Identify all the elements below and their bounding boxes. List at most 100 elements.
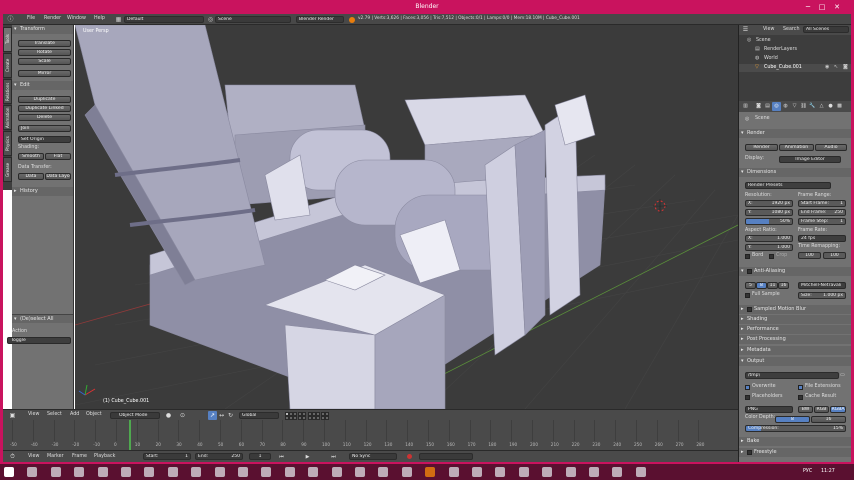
viewport-menu-select[interactable]: Select: [47, 412, 62, 418]
aa-size-field[interactable]: Size: 1.000 px: [798, 292, 846, 299]
viewport-menu-add[interactable]: Add: [70, 412, 79, 418]
clock[interactable]: 11:27: [821, 469, 835, 475]
jump-end-icon[interactable]: ⏭: [329, 453, 338, 462]
aa-samples-8[interactable]: 8: [756, 282, 767, 289]
viewport-menu-view[interactable]: View: [28, 412, 39, 418]
pivot-icon[interactable]: ⊙: [178, 411, 187, 420]
taskbar-photos-icon[interactable]: [214, 467, 225, 477]
material-tab-icon[interactable]: ●: [826, 102, 835, 111]
visibility-eye-icon[interactable]: ◉: [825, 64, 829, 70]
taskbar-notes-icon[interactable]: [308, 467, 319, 477]
taskbar-viewer-icon[interactable]: [495, 467, 506, 477]
join-button[interactable]: Join: [18, 125, 71, 132]
smooth-button[interactable]: Smooth: [18, 153, 44, 160]
keying-set-field[interactable]: [419, 453, 473, 460]
taskbar-maps-icon[interactable]: [401, 467, 412, 477]
record-icon[interactable]: [407, 454, 412, 459]
viewport-menu-object[interactable]: Object: [86, 412, 102, 418]
orientation-select[interactable]: Global: [239, 412, 279, 419]
aa-samples-16[interactable]: 16: [778, 282, 789, 289]
render-camera-icon[interactable]: ◙: [843, 64, 848, 70]
outliner-row-cube[interactable]: ▽ Cube_Cube.001 ◉ ↖ ◙: [739, 64, 852, 72]
taskbar-video-icon[interactable]: [261, 467, 272, 477]
jump-start-icon[interactable]: ⏮: [277, 453, 286, 462]
layers-tab-icon[interactable]: ▤: [763, 102, 772, 111]
anti-aliasing-checkbox[interactable]: [747, 269, 752, 274]
input-language[interactable]: РУС: [803, 469, 812, 475]
side-tab-create[interactable]: Create: [3, 53, 12, 78]
sync-select[interactable]: No Sync: [349, 453, 397, 460]
post-processing-panel-header[interactable]: ▸ Post Processing: [739, 335, 851, 344]
manipulator-icon[interactable]: ↗: [208, 411, 217, 420]
placeholders-checkbox[interactable]: [745, 395, 750, 400]
scene-field[interactable]: Scene: [215, 16, 291, 23]
color-mode-rgb[interactable]: RGB: [814, 406, 829, 413]
outliner-editor-icon[interactable]: ☰: [741, 25, 750, 34]
color-depth-16[interactable]: 16: [811, 416, 846, 423]
side-tab-relations[interactable]: Relations: [3, 79, 12, 104]
menu-help[interactable]: Help: [94, 16, 105, 22]
rotate-button[interactable]: Rotate: [18, 49, 71, 56]
side-tab-animation[interactable]: Animation: [3, 105, 12, 130]
aspect-x-field[interactable]: X: 1.000: [745, 235, 793, 242]
taskbar-calc-icon[interactable]: [284, 467, 295, 477]
select-arrow-icon[interactable]: ↖: [834, 64, 838, 70]
render-button[interactable]: Render: [745, 144, 778, 151]
remap-old-field[interactable]: 100: [798, 252, 821, 259]
taskbar-tools-icon[interactable]: [542, 467, 553, 477]
menu-render[interactable]: Render: [44, 16, 61, 22]
set-origin-select[interactable]: Set Origin: [18, 136, 71, 143]
taskbar-blender-icon[interactable]: [425, 467, 436, 477]
flat-button[interactable]: Flat: [45, 153, 71, 160]
freestyle-checkbox[interactable]: [747, 450, 752, 455]
panel-transform-header[interactable]: ▾ Transform: [12, 25, 73, 34]
shading-panel-header[interactable]: ▸ Shading: [739, 315, 851, 324]
aa-samples-5[interactable]: 5: [745, 282, 756, 289]
operator-panel-header[interactable]: ▾ (De)select All: [12, 314, 73, 323]
taskbar-network-icon[interactable]: [612, 467, 623, 477]
taskbar-monitor-icon[interactable]: [589, 467, 599, 477]
object-tab-icon[interactable]: ▽: [790, 102, 799, 111]
data-button[interactable]: Data: [18, 173, 44, 180]
layout-icon[interactable]: ▦: [114, 15, 123, 24]
outliner-menu-search[interactable]: Search: [783, 27, 799, 33]
3d-viewport[interactable]: User Persp (1) Cube_Cube.001: [75, 25, 738, 409]
properties-editor-icon[interactable]: ▥: [741, 102, 750, 111]
motion-blur-panel-header[interactable]: ▸ Sampled Motion Blur: [739, 305, 851, 314]
outliner-row-world[interactable]: ◍ World: [739, 55, 852, 63]
taskbar-music-icon[interactable]: [238, 467, 248, 477]
motion-blur-checkbox[interactable]: [747, 307, 752, 312]
panel-edit-header[interactable]: ▾ Edit: [12, 81, 73, 90]
modifiers-tab-icon[interactable]: 🔧: [808, 102, 817, 111]
aa-filter-select[interactable]: Mitchell-Netravali: [798, 282, 846, 289]
render-tab-icon[interactable]: ◙: [754, 102, 763, 111]
taskbar-settings-icon[interactable]: [144, 467, 155, 477]
start-frame-field[interactable]: Start: 1: [143, 453, 191, 460]
panel-history-header[interactable]: ▸ History: [12, 187, 73, 196]
audio-button[interactable]: Audio: [815, 144, 847, 151]
outliner-row-scene[interactable]: ◎ Scene: [739, 37, 852, 45]
taskbar-store-icon[interactable]: [97, 467, 108, 477]
color-depth-8[interactable]: 8: [775, 416, 810, 423]
mirror-button[interactable]: Mirror: [18, 70, 71, 77]
scale-button[interactable]: Scale: [18, 58, 71, 65]
timeline-menu-marker[interactable]: Marker: [47, 454, 64, 460]
timeline-menu-playback[interactable]: Playback: [94, 454, 115, 460]
mode-select[interactable]: Object Mode: [110, 412, 160, 419]
render-presets-select[interactable]: Render Presets: [745, 182, 831, 189]
aa-samples-11[interactable]: 11: [767, 282, 778, 289]
res-x-field[interactable]: X: 1920 px: [745, 200, 793, 207]
performance-panel-header[interactable]: ▸ Performance: [739, 325, 851, 334]
color-mode-bw[interactable]: BW: [798, 406, 813, 413]
frame-step-field[interactable]: Frame Step: 1: [798, 218, 846, 225]
outliner-display-select[interactable]: All Scenes: [803, 26, 849, 33]
file-extensions-checkbox[interactable]: [798, 385, 803, 390]
compression-field[interactable]: Compression: 15%: [745, 425, 846, 432]
file-format-select[interactable]: PNG: [745, 406, 793, 413]
editor-type-icon[interactable]: ▣: [8, 411, 17, 420]
remap-new-field[interactable]: 100: [823, 252, 846, 259]
taskbar-files-icon[interactable]: [191, 467, 202, 477]
menu-file[interactable]: File: [27, 16, 35, 22]
side-tab-grease-pencil[interactable]: Grease Pencil: [3, 157, 12, 182]
res-percentage-field[interactable]: 50%: [745, 218, 793, 225]
